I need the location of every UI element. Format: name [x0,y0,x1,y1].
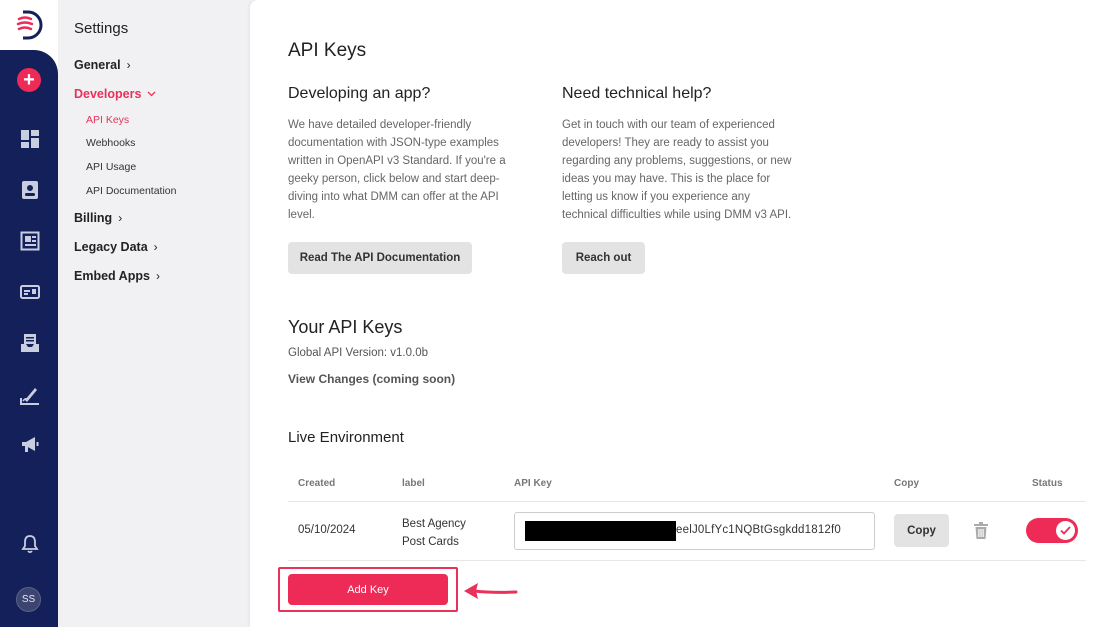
sidebar-item-label: Billing [74,211,113,225]
dev-line: written in OpenAPI v3 Standard. If you'r… [288,155,506,167]
dev-line: level. [288,209,315,221]
add-key-button[interactable]: Add Key [288,574,448,605]
arrow-left-icon [464,583,518,599]
inbox-icon[interactable] [19,332,41,354]
sidebar-item-developers[interactable]: Developers [74,87,156,101]
contacts-icon[interactable] [19,179,41,201]
sidebar-subitem-api-keys[interactable]: API Keys [86,114,129,126]
status-toggle[interactable] [1026,518,1078,543]
help-line: regarding any problems, suggestions, or … [562,155,792,167]
api-keys-table-header: Created label API Key Copy Status [288,467,1086,502]
dev-description: We have detailed developer-friendly docu… [288,116,538,224]
gallery-icon[interactable] [19,230,41,252]
id-card-icon[interactable] [19,281,41,303]
api-key-field[interactable]: eelJ0LfYc1NQBtGsgkdd1812f0 [514,512,875,550]
app-logo-icon[interactable] [13,9,45,41]
dev-line: documentation with JSON-type examples [288,137,499,149]
redacted-key-portion [525,521,676,541]
help-heading: Need technical help? [562,85,712,102]
sidebar-subitem-api-documentation[interactable]: API Documentation [86,185,176,197]
sidebar-item-label: Embed Apps [74,269,150,283]
column-header-api-key: API Key [514,478,552,489]
read-api-docs-button[interactable]: Read The API Documentation [288,242,472,274]
help-line: Get in touch with our team of experience… [562,119,775,131]
sidebar-item-label: Developers [74,87,142,101]
chevron-right-icon: › [155,269,160,283]
live-environment-heading: Live Environment [288,429,404,446]
create-new-button[interactable]: + [17,68,41,92]
dev-line: geeky person, click below and start deep… [288,173,500,185]
checkmark-icon [1060,526,1071,535]
sidebar-item-embed-apps[interactable]: Embed Apps › [74,269,160,283]
dev-heading: Developing an app? [288,85,431,102]
created-date: 05/10/2024 [298,524,356,536]
column-header-created: Created [298,478,336,489]
chevron-right-icon: › [118,211,123,225]
view-changes-link[interactable]: View Changes (coming soon) [288,372,455,386]
key-label: Best Agency Post Cards [402,515,466,551]
help-line: letting us know if you experience any [562,191,750,203]
app-rail: + SS [0,0,58,627]
api-key-value: eelJ0LfYc1NQBtGsgkdd1812f0 [676,524,842,536]
chevron-right-icon: › [126,58,131,72]
column-header-label: label [402,478,425,489]
column-header-copy: Copy [894,478,919,489]
key-label-line: Post Cards [402,536,459,548]
settings-sidebar: Settings General › Developers API Keys W… [58,0,250,627]
sidebar-item-label: General [74,58,121,72]
sidebar-item-general[interactable]: General › [74,58,131,72]
chevron-down-icon [147,91,156,97]
reach-out-button[interactable]: Reach out [562,242,645,274]
sidebar-item-legacy-data[interactable]: Legacy Data › [74,240,158,254]
table-row: 05/10/2024 Best Agency Post Cards eelJ0L… [288,502,1086,561]
dev-line: We have detailed developer-friendly [288,119,472,131]
user-avatar[interactable]: SS [16,587,41,612]
toggle-knob [1056,521,1075,540]
sidebar-item-label: Legacy Data [74,240,148,254]
dev-line: diving into what DMM can offer at the AP… [288,191,499,203]
help-line: ideas you may have. This is the place fo… [562,173,771,185]
dashboard-icon[interactable] [19,128,41,150]
sidebar-subitem-webhooks[interactable]: Webhooks [86,137,135,149]
page-title: API Keys [288,40,367,61]
copy-key-button[interactable]: Copy [894,514,949,547]
help-line: developers! They are ready to assist you [562,137,769,149]
sidebar-title: Settings [74,20,129,37]
sidebar-item-billing[interactable]: Billing › [74,211,122,225]
column-header-status: Status [1032,478,1063,489]
bell-icon[interactable] [19,533,41,555]
megaphone-icon[interactable] [19,434,41,456]
main-panel: API Keys Developing an app? We have deta… [250,0,1095,627]
trash-icon[interactable] [974,522,988,539]
help-description: Get in touch with our team of experience… [562,116,822,224]
plus-icon: + [23,69,35,91]
chevron-right-icon: › [153,240,158,254]
api-version-text: Global API Version: v1.0.0b [288,347,429,359]
your-api-keys-heading: Your API Keys [288,317,403,337]
key-label-line: Best Agency [402,518,466,530]
help-line: technical difficulties while using DMM v… [562,209,792,221]
sidebar-subitem-api-usage[interactable]: API Usage [86,161,136,173]
signature-icon[interactable] [19,384,41,406]
